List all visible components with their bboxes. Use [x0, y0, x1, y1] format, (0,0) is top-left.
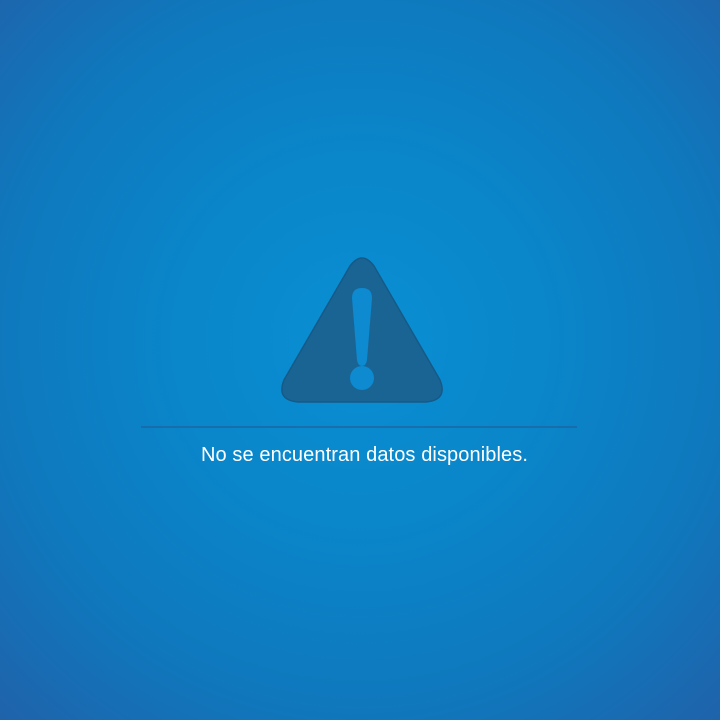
warning-icon — [281, 257, 443, 403]
empty-state-screen: No se encuentran datos disponibles. — [0, 0, 720, 720]
divider — [141, 426, 577, 428]
empty-state-message: No se encuentran datos disponibles. — [200, 444, 529, 466]
exclamation-dot — [350, 366, 374, 390]
